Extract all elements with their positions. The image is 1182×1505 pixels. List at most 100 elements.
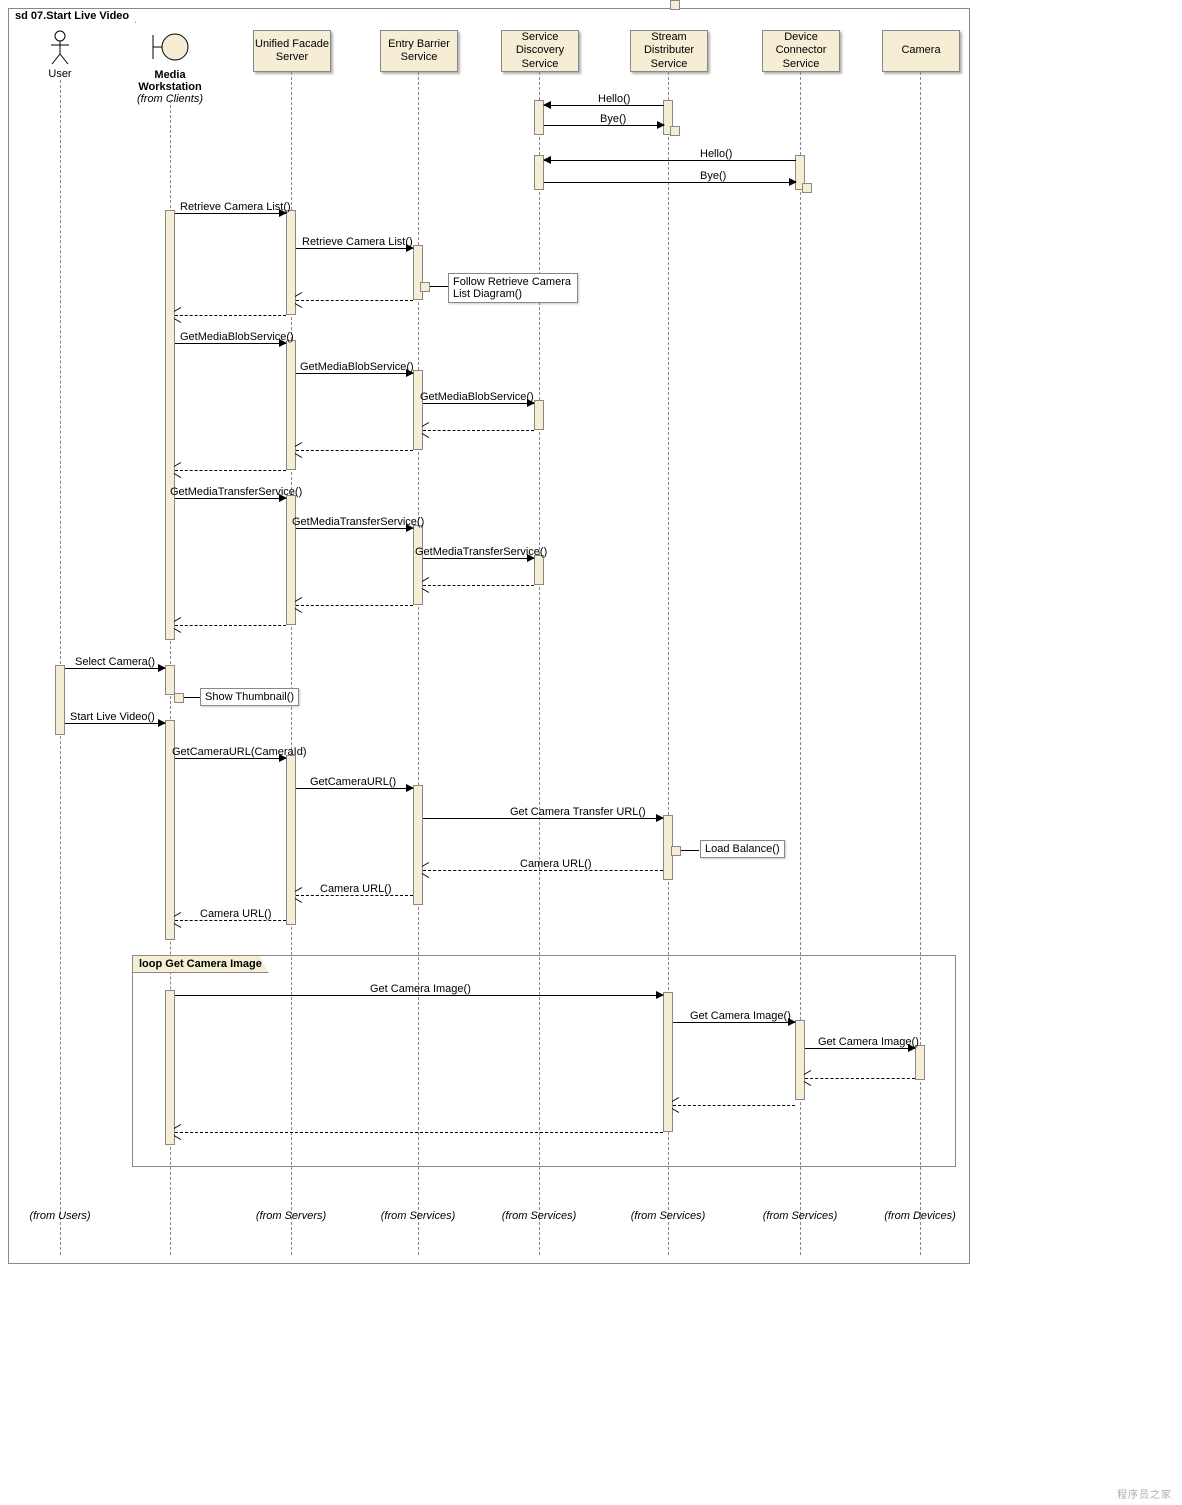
actor-user-label: User [40,68,80,80]
lbl-rcl1: Retrieve Camera List() [180,201,291,213]
lbl-getcamurl2: GetCameraURL() [310,776,396,788]
msg-getcamimg1 [175,995,663,996]
lbl-rcl2: Retrieve Camera List() [302,236,413,248]
msg-getcamimg3 [805,1048,915,1049]
dest-marker [670,0,680,10]
lbl-gmts2: GetMediaTransferService() [292,516,424,528]
ret-camurl2 [296,895,413,896]
lbl-gmts1: GetMediaTransferService() [170,486,302,498]
footer-ebs: (from Services) [358,1210,478,1222]
lbl-getcamimg2: Get Camera Image() [690,1010,791,1022]
msg-bye2 [544,182,796,183]
msg-select-camera [65,668,165,669]
boundary-icon [150,27,190,67]
lbl-getcamtransurl: Get Camera Transfer URL() [510,806,646,818]
marker [802,183,812,193]
footer-dcs: (from Services) [740,1210,860,1222]
marker [671,846,681,856]
marker [420,282,430,292]
msg-bye1 [544,125,664,126]
object-sdist: Stream Distributer Service [630,30,708,72]
msg-getcamtransurl [423,818,663,819]
footer-camera: (from Devices) [860,1210,980,1222]
ret [296,300,413,301]
lbl-getcamimg3: Get Camera Image() [818,1036,919,1048]
frame-title: sd 07.Start Live Video [8,8,136,23]
note-link [430,286,448,287]
object-ufs: Unified Facade Server [253,30,331,72]
lbl-camurl3: Camera URL() [520,858,592,870]
lbl-select-camera: Select Camera() [75,656,155,668]
activation [165,665,175,695]
object-camera: Camera [882,30,960,72]
object-dcs: Device Connector Service [762,30,840,72]
media-name: Media Workstation [130,69,210,93]
note-show-thumbnail: Show Thumbnail() [200,688,299,706]
ret-camurl3 [423,870,663,871]
note-load-balance: Load Balance() [700,840,785,858]
lbl-gmbs3: GetMediaBlobService() [420,391,534,403]
lbl-gmbs2: GetMediaBlobService() [300,361,414,373]
msg-gmbs2 [296,373,413,374]
msg-getcamurl2 [296,788,413,789]
activation [55,665,65,735]
msg-getcamurl1 [175,758,286,759]
ret [296,605,413,606]
footer-sdist: (from Services) [608,1210,728,1222]
ret [175,470,286,471]
activation [286,755,296,925]
ret [423,585,534,586]
msg-hello1 [544,105,664,106]
msg-hello2 [544,160,796,161]
msg-gmts3 [423,558,534,559]
ret-camurl1 [175,920,286,921]
ret [423,430,534,431]
lbl-getcamimg1: Get Camera Image() [370,983,471,995]
activation [534,400,544,430]
stick-figure-icon [49,30,71,66]
ret-img2 [673,1105,795,1106]
activation [534,555,544,585]
note-follow-rcl: Follow Retrieve Camera List Diagram() [448,273,578,303]
diagram-canvas: sd 07.Start Live Video User Media Workst… [0,0,1182,1505]
loop-frame: loop Get Camera Image [132,955,956,1167]
msg-start-live [65,723,165,724]
lbl-gmbs1: GetMediaBlobService() [180,331,294,343]
footer-sds: (from Services) [479,1210,599,1222]
watermark: 程序员之家 [1117,1486,1172,1501]
activation [413,370,423,450]
msg-rcl1 [175,213,286,214]
actor-user: User [40,30,80,80]
lbl-hello2: Hello() [700,148,732,160]
msg-gmts1 [175,498,286,499]
note-link [184,697,200,698]
ret-img3 [805,1078,915,1079]
ret [175,625,286,626]
lbl-start-live: Start Live Video() [70,711,155,723]
lbl-bye1: Bye() [600,113,626,125]
ret-img1 [175,1132,663,1133]
footer-user: (from Users) [0,1210,120,1222]
marker [174,693,184,703]
msg-rcl2 [296,248,413,249]
object-ebs: Entry Barrier Service [380,30,458,72]
lbl-gmts3: GetMediaTransferService() [415,546,547,558]
activation [165,210,175,640]
ret [296,450,413,451]
loop-label: loop Get Camera Image [132,955,269,973]
footer-ufs: (from Servers) [231,1210,351,1222]
msg-gmbs1 [175,343,286,344]
lbl-worktext: Hello() [598,93,630,105]
marker [670,126,680,136]
activation [413,525,423,605]
object-sds: Service Discovery Service [501,30,579,72]
msg-gmbs3 [423,403,534,404]
note-link [681,850,699,851]
lbl-camurl2: Camera URL() [320,883,392,895]
activation [413,785,423,905]
object-media-workstation: Media Workstation (from Clients) [130,27,210,105]
lbl-bye2: Bye() [700,170,726,182]
lbl-camurl1: Camera URL() [200,908,272,920]
msg-gmts2 [296,528,413,529]
ret [175,315,286,316]
